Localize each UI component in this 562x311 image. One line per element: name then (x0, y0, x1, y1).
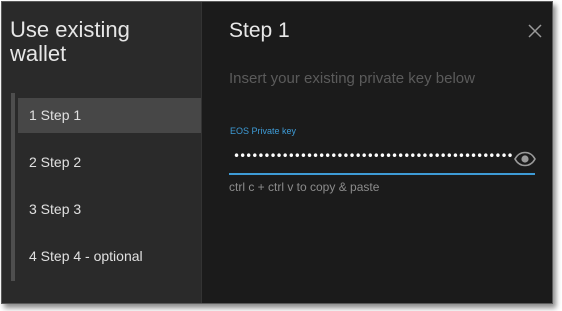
step-list: 1 Step 1 2 Step 2 3 Step 3 4 Step 4 - op… (18, 98, 201, 286)
wallet-dialog: Use existing wallet 1 Step 1 2 Step 2 3 … (1, 1, 553, 304)
sidebar-item-step-4[interactable]: 4 Step 4 - optional (18, 239, 201, 274)
toggle-visibility-button[interactable] (514, 151, 536, 167)
dialog-title: Use existing wallet (10, 17, 130, 66)
close-icon (528, 24, 542, 38)
private-key-label: EOS Private key (230, 126, 297, 136)
sidebar-item-step-2[interactable]: 2 Step 2 (18, 145, 201, 180)
step-rail (11, 93, 15, 281)
helper-text: ctrl c + ctrl v to copy & paste (229, 180, 380, 194)
sidebar-item-step-1[interactable]: 1 Step 1 (18, 98, 201, 133)
instruction-text: Insert your existing private key below (229, 70, 475, 87)
input-underline (229, 173, 535, 175)
eye-icon (514, 151, 536, 167)
page-title: Step 1 (229, 19, 290, 42)
private-key-input[interactable] (229, 143, 517, 169)
close-button[interactable] (526, 22, 544, 40)
step-content: Step 1 Insert your existing private key … (201, 2, 552, 303)
sidebar-item-step-3[interactable]: 3 Step 3 (18, 192, 201, 227)
sidebar: Use existing wallet 1 Step 1 2 Step 2 3 … (2, 2, 201, 303)
